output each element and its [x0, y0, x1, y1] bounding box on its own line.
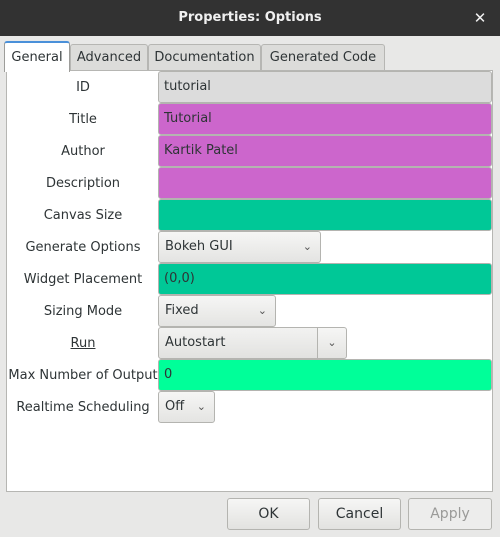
run-dropdown-button[interactable]: ⌄: [317, 327, 347, 359]
chevron-down-icon: ⌄: [257, 304, 267, 317]
tab-documentation[interactable]: Documentation: [148, 44, 261, 70]
realtime-scheduling-combo[interactable]: Off ⌄: [158, 391, 215, 423]
chevron-down-icon: ⌄: [196, 400, 206, 413]
label-max-outputs: Max Number of Output: [8, 368, 158, 383]
sizing-mode-combo[interactable]: Fixed ⌄: [158, 295, 276, 327]
title-field[interactable]: Tutorial: [158, 103, 492, 135]
tab-general[interactable]: General: [4, 41, 70, 72]
chevron-down-icon: ⌄: [302, 240, 312, 253]
sizing-mode-value: Fixed: [165, 303, 199, 318]
label-run: Run: [70, 336, 96, 351]
widget-placement-field[interactable]: (0,0): [158, 263, 492, 295]
cancel-button[interactable]: Cancel: [318, 498, 401, 530]
description-field[interactable]: [158, 167, 492, 199]
chevron-down-icon: ⌄: [327, 336, 337, 349]
label-title: Title: [69, 112, 97, 127]
id-field[interactable]: tutorial: [158, 71, 492, 103]
tab-advanced[interactable]: Advanced: [70, 44, 148, 70]
author-field[interactable]: Kartik Patel: [158, 135, 492, 167]
window-title: Properties: Options: [178, 10, 322, 25]
max-outputs-field[interactable]: 0: [158, 359, 492, 391]
label-widget-placement: Widget Placement: [23, 272, 143, 287]
realtime-scheduling-value: Off: [165, 399, 185, 414]
label-author: Author: [61, 144, 105, 159]
close-icon[interactable]: ✕: [470, 8, 490, 28]
label-generate-options: Generate Options: [25, 240, 141, 255]
generate-options-combo[interactable]: Bokeh GUI ⌄: [158, 231, 321, 263]
label-realtime-scheduling: Realtime Scheduling: [16, 400, 150, 415]
label-canvas-size: Canvas Size: [43, 208, 123, 223]
run-entry[interactable]: Autostart: [158, 327, 318, 359]
label-id: ID: [76, 80, 90, 95]
title-bar: Properties: Options ✕: [0, 0, 500, 36]
tab-generated-code[interactable]: Generated Code: [261, 44, 385, 70]
generate-options-value: Bokeh GUI: [165, 239, 233, 254]
label-sizing-mode: Sizing Mode: [43, 304, 123, 319]
apply-button[interactable]: Apply: [408, 498, 492, 530]
label-description: Description: [45, 176, 121, 191]
canvas-size-field[interactable]: [158, 199, 492, 231]
ok-button[interactable]: OK: [227, 498, 310, 530]
